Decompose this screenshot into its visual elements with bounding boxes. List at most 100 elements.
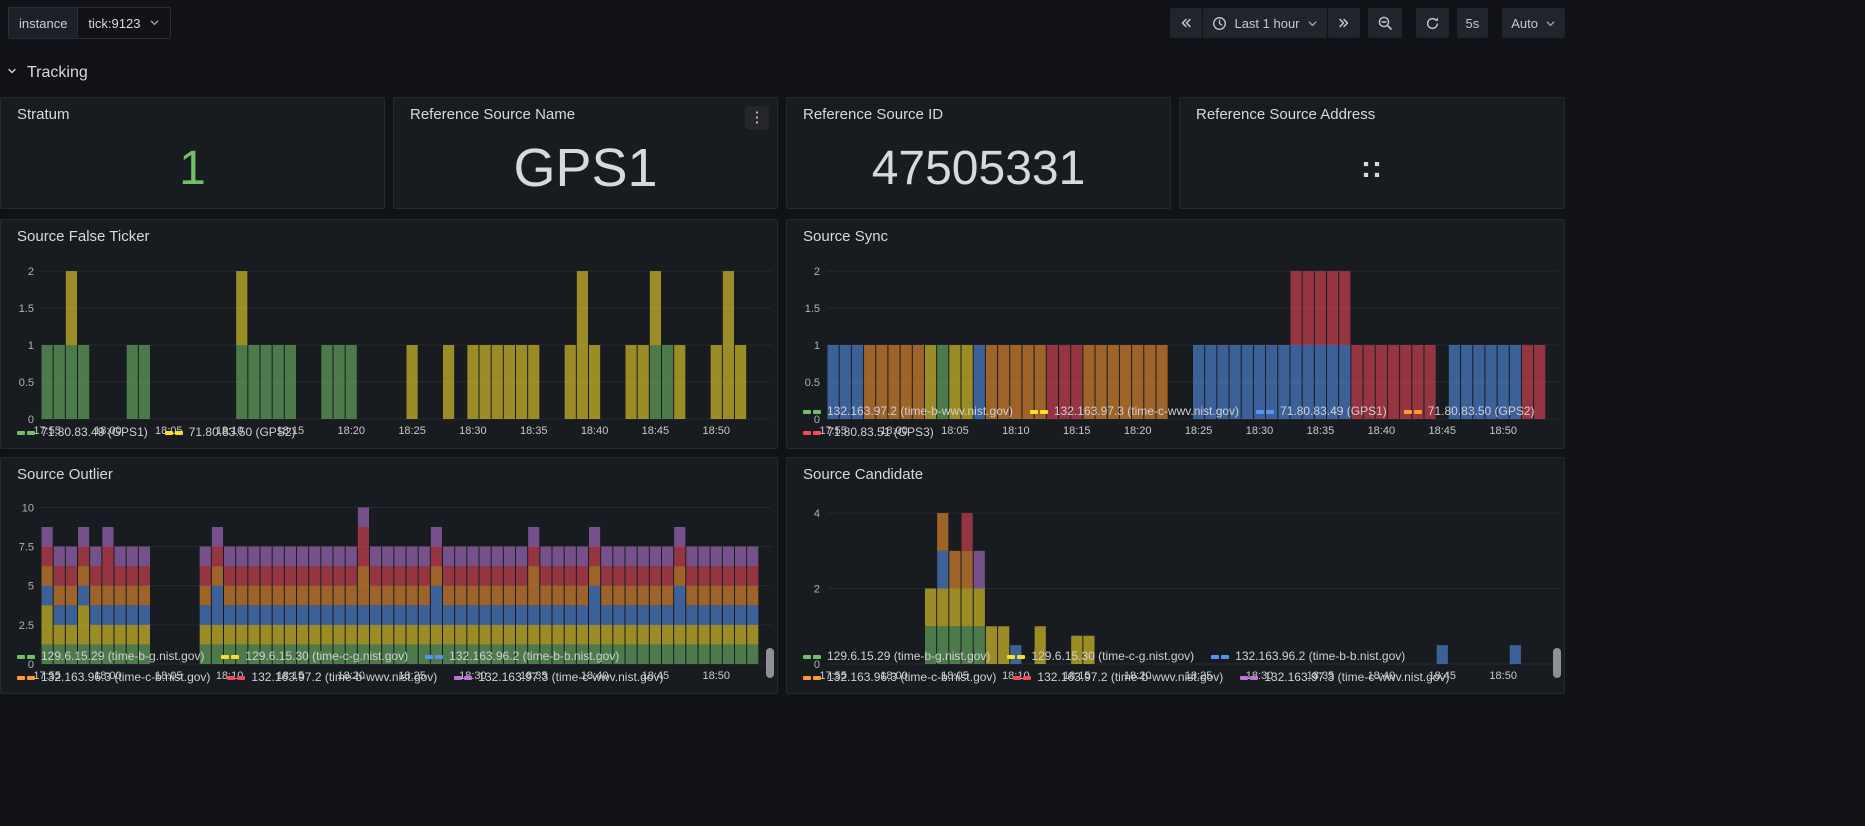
svg-text:0.5: 0.5 (805, 377, 820, 389)
row-header-tracking[interactable]: Tracking (6, 58, 88, 88)
panel-title: Source Outlier (17, 466, 113, 483)
panel-title: Reference Source Address (1196, 106, 1376, 123)
legend-item[interactable]: 132.163.97.2 (time-b-wwv.nist.gov) (227, 669, 437, 686)
series-color-marker (454, 675, 473, 680)
legend-series-label: 129.6.15.30 (time-c-g.nist.gov) (1031, 649, 1195, 663)
legend-item[interactable]: 132.163.96.3 (time-c-b.nist.gov) (17, 669, 210, 686)
stat-value-reference-source-id: 47505331 (871, 141, 1086, 195)
series-color-marker (1029, 409, 1048, 414)
series-color-marker (221, 654, 240, 659)
zoom-out-icon (1377, 15, 1393, 31)
double-chevron-left-icon (1179, 16, 1193, 30)
series-color-marker (425, 654, 444, 659)
panel-stratum: Stratum 1 (0, 97, 385, 209)
legend-item[interactable]: 71.80.83.50 (GPS2) (164, 424, 295, 441)
series-color-marker (803, 675, 821, 680)
toolbar: instance tick:9123 Last 1 hour 5s Auto (0, 0, 1565, 46)
legend-item[interactable]: 129.6.15.30 (time-c-g.nist.gov) (221, 648, 408, 665)
legend-item[interactable]: 129.6.15.29 (time-b-g.nist.gov) (803, 648, 990, 665)
refresh-interval-button[interactable]: 5s (1456, 8, 1489, 38)
legend-item[interactable]: 132.163.97.3 (time-c-wwv.nist.gov) (1240, 669, 1449, 686)
svg-text:2: 2 (814, 584, 820, 596)
legend-series-label: 71.80.83.51 (GPS3) (827, 425, 934, 439)
chart-source-sync[interactable]: 0 0.5 1 1.5 2 17:55 18:00 18:05 18:10 18:15 18:20 1… (787, 250, 1564, 437)
panel-title: Source False Ticker (17, 228, 150, 245)
legend-item[interactable]: 71.80.83.49 (GPS1) (1256, 403, 1387, 420)
legend-series-label: 132.163.97.3 (time-c-wwv.nist.gov) (1264, 670, 1450, 684)
chart-legend: 71.80.83.49 (GPS1) 71.80.83.50 (GPS2) (1, 422, 777, 448)
legend-item[interactable]: 132.163.97.2 (time-b-wwv.nist.gov) (1013, 669, 1223, 686)
series-color-marker (1007, 654, 1026, 659)
variable-value-dropdown[interactable]: tick:9123 (77, 7, 172, 39)
legend-series-label: 132.163.96.3 (time-c-b.nist.gov) (827, 670, 997, 684)
time-shift-back-button[interactable] (1170, 8, 1203, 38)
legend-item[interactable]: 132.163.97.2 (time-b-wwv.nist.gov) (803, 403, 1013, 420)
clock-icon (1212, 16, 1227, 31)
legend-item[interactable]: 129.6.15.29 (time-b-g.nist.gov) (17, 648, 204, 665)
zoom-out-button[interactable] (1367, 8, 1402, 38)
auto-dropdown[interactable]: Auto (1502, 8, 1565, 38)
variable-label: instance (8, 7, 78, 39)
series-color-marker (803, 654, 821, 659)
legend-series-label: 132.163.96.3 (time-c-b.nist.gov) (41, 670, 211, 684)
stat-value-reference-source-address: :: (1361, 151, 1383, 184)
panel-reference-source-id: Reference Source ID 47505331 (786, 97, 1171, 209)
svg-text:1: 1 (28, 340, 34, 352)
svg-text:2.5: 2.5 (19, 620, 34, 632)
chart-source-candidate[interactable]: 02417:5518:0018:0518:1018:1518:2018:2518… (787, 488, 1564, 682)
legend-series-label: 129.6.15.30 (time-c-g.nist.gov) (245, 649, 409, 663)
series-color-marker (164, 430, 183, 435)
panel-menu-icon[interactable]: ⋮ (745, 106, 769, 130)
auto-label: Auto (1511, 15, 1538, 31)
svg-text:5: 5 (28, 581, 34, 593)
svg-text:1: 1 (814, 340, 820, 352)
dashboard: instance tick:9123 Last 1 hour 5s Auto T… (0, 0, 1565, 826)
legend-series-label: 132.163.97.2 (time-b-wwv.nist.gov) (251, 670, 438, 684)
legend-scrollbar[interactable] (1553, 648, 1561, 678)
time-controls: Last 1 hour 5s Auto (1170, 8, 1565, 38)
double-chevron-right-icon (1337, 16, 1351, 30)
series-color-marker (1013, 675, 1032, 680)
row-title: Tracking (27, 64, 88, 81)
legend-series-label: 71.80.83.49 (GPS1) (1280, 404, 1387, 418)
legend-item[interactable]: 129.6.15.30 (time-c-g.nist.gov) (1007, 648, 1194, 665)
legend-series-label: 132.163.97.2 (time-b-wwv.nist.gov) (1037, 670, 1224, 684)
chevron-down-icon (149, 16, 160, 31)
legend-scrollbar[interactable] (766, 648, 774, 678)
svg-text:2: 2 (814, 266, 820, 278)
legend-series-label: 132.163.97.3 (time-c-wwv.nist.gov) (478, 670, 664, 684)
legend-series-label: 129.6.15.29 (time-b-g.nist.gov) (41, 649, 205, 663)
svg-text:7.5: 7.5 (19, 542, 34, 554)
refresh-button[interactable] (1415, 8, 1449, 38)
legend-item[interactable]: 71.80.83.50 (GPS2) (1403, 403, 1535, 420)
chart-source-false-ticker[interactable]: 00.511.5217:5518:0018:0518:1018:1518:201… (1, 250, 777, 437)
legend-series-label: 132.163.97.3 (time-c-wwv.nist.gov) (1053, 404, 1240, 418)
chevron-down-icon (1307, 18, 1318, 29)
panel-title: Source Sync (803, 228, 889, 245)
svg-text:0.5: 0.5 (19, 377, 34, 389)
legend-series-label: 132.163.97.2 (time-b-wwv.nist.gov) (827, 404, 1013, 418)
chart-source-outlier[interactable]: 02.557.51017:5518:0018:0518:1018:1518:20… (1, 488, 777, 682)
chart-legend: 129.6.15.29 (time-b-g.nist.gov) 129.6.15.… (1, 646, 777, 693)
refresh-icon (1425, 16, 1440, 31)
legend-series-label: 132.163.96.2 (time-b-b.nist.gov) (449, 649, 620, 663)
series-color-marker (1211, 654, 1230, 659)
time-shift-forward-button[interactable] (1327, 8, 1360, 38)
legend-item[interactable]: 132.163.96.2 (time-b-b.nist.gov) (1211, 648, 1405, 665)
legend-item[interactable]: 71.80.83.49 (GPS1) (17, 424, 148, 441)
series-color-marker (17, 654, 35, 659)
panel-title: Reference Source Name (410, 106, 576, 123)
legend-item[interactable]: 132.163.96.3 (time-c-b.nist.gov) (803, 669, 996, 686)
panel-title: Stratum (17, 106, 70, 123)
legend-item[interactable]: 132.163.96.2 (time-b-b.nist.gov) (425, 648, 619, 665)
svg-text:1.5: 1.5 (19, 303, 34, 315)
legend-item[interactable]: 132.163.97.3 (time-c-wwv.nist.gov) (1029, 403, 1240, 420)
time-range-picker[interactable]: Last 1 hour (1203, 8, 1327, 38)
svg-text:1.5: 1.5 (805, 303, 820, 315)
legend-item[interactable]: 71.80.83.51 (GPS3) (803, 424, 934, 441)
svg-text:10: 10 (22, 502, 34, 514)
svg-text:4: 4 (814, 508, 820, 520)
variable-value: tick:9123 (88, 15, 141, 31)
time-range-label: Last 1 hour (1234, 15, 1300, 31)
legend-item[interactable]: 132.163.97.3 (time-c-wwv.nist.gov) (454, 669, 663, 686)
